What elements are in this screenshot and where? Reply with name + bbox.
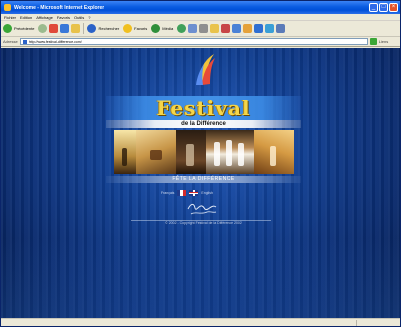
subtitle-band: de la Différence	[106, 120, 301, 128]
browser-window: Welcome - Microsoft Internet Explorer _ …	[0, 0, 401, 327]
address-url[interactable]: http://www.festival-difference.com/	[29, 40, 82, 44]
search-icon[interactable]	[87, 24, 97, 33]
title-bar[interactable]: Welcome - Microsoft Internet Explorer _ …	[1, 1, 400, 14]
blog-icon[interactable]	[265, 24, 275, 33]
maximize-button[interactable]: □	[379, 3, 388, 12]
address-input[interactable]: http://www.festival-difference.com/	[19, 38, 368, 45]
uk-flag-icon[interactable]	[189, 189, 199, 196]
festival-subtitle: de la Différence	[181, 121, 226, 127]
links-label[interactable]: Liens	[379, 39, 389, 44]
favorites-button-label[interactable]: Favoris	[134, 26, 147, 31]
address-bar: Adresse http://www.festival-difference.c…	[1, 37, 400, 47]
photo-4	[206, 130, 254, 174]
site-menu-band[interactable]: FÊTE LA DIFFÉRENCE	[106, 176, 301, 183]
status-bar	[1, 318, 400, 326]
status-zone	[356, 320, 396, 326]
photo-3	[176, 130, 206, 174]
messenger-icon[interactable]	[221, 24, 231, 33]
menu-bar: Fichier Edition Affichage Favoris Outils…	[1, 14, 400, 21]
favorites-star-icon[interactable]	[123, 24, 133, 33]
print-icon[interactable]	[199, 24, 209, 33]
search-button-label[interactable]: Rechercher	[98, 26, 119, 31]
page-icon	[22, 39, 27, 44]
page-viewport: Festival de la Différence FÊTE LA DIFFÉR…	[1, 48, 400, 318]
research-icon[interactable]	[243, 24, 253, 33]
ie-icon	[4, 4, 11, 11]
menu-help[interactable]: ?	[88, 15, 90, 20]
festival-logo	[196, 54, 215, 85]
refresh-icon[interactable]	[60, 24, 70, 33]
history-icon[interactable]	[177, 24, 187, 33]
extra-tool-icon[interactable]	[276, 24, 286, 33]
menu-file[interactable]: Fichier	[4, 15, 16, 20]
close-button[interactable]: ×	[389, 3, 398, 12]
menu-tools[interactable]: Outils	[74, 15, 84, 20]
media-button-label[interactable]: Média	[162, 26, 173, 31]
stop-icon[interactable]	[49, 24, 59, 33]
menu-view[interactable]: Affichage	[36, 15, 53, 20]
photo-1	[114, 130, 136, 174]
lang-fr-label[interactable]: Français	[161, 191, 174, 195]
go-arrow-icon[interactable]	[369, 38, 377, 45]
photo-5	[254, 130, 294, 174]
address-label: Adresse	[3, 39, 18, 44]
folder-icon[interactable]	[210, 24, 220, 33]
festival-title-band: Festival	[106, 96, 301, 120]
minimize-button[interactable]: _	[369, 3, 378, 12]
media-icon[interactable]	[151, 24, 161, 33]
signature-logo	[187, 203, 217, 215]
back-arrow-icon[interactable]	[3, 24, 12, 33]
festival-title: Festival	[156, 96, 251, 120]
french-flag-icon[interactable]	[177, 189, 187, 196]
site-menu-text[interactable]: FÊTE LA DIFFÉRENCE	[106, 176, 301, 183]
copyright-text: © 2002 - Copyright Festival de la Différ…	[165, 221, 242, 225]
photo-strip	[114, 130, 294, 174]
photo-2	[136, 130, 176, 174]
window-title: Welcome - Microsoft Internet Explorer	[14, 4, 105, 11]
edit-icon[interactable]	[254, 24, 264, 33]
menu-edit[interactable]: Edition	[20, 15, 32, 20]
discuss-icon[interactable]	[232, 24, 242, 33]
forward-arrow-icon[interactable]	[38, 24, 48, 33]
toolbar: Précédente Rechercher Favoris Média	[1, 21, 400, 37]
home-icon[interactable]	[71, 24, 81, 33]
back-button-label[interactable]: Précédente	[14, 26, 34, 31]
language-selector: Français English	[161, 189, 251, 196]
lang-en-label[interactable]: English	[201, 191, 212, 195]
mail-icon[interactable]	[188, 24, 198, 33]
window-controls: _ □ ×	[369, 3, 398, 12]
menu-favorites[interactable]: Favoris	[57, 15, 70, 20]
toolbar-separator	[83, 23, 85, 34]
